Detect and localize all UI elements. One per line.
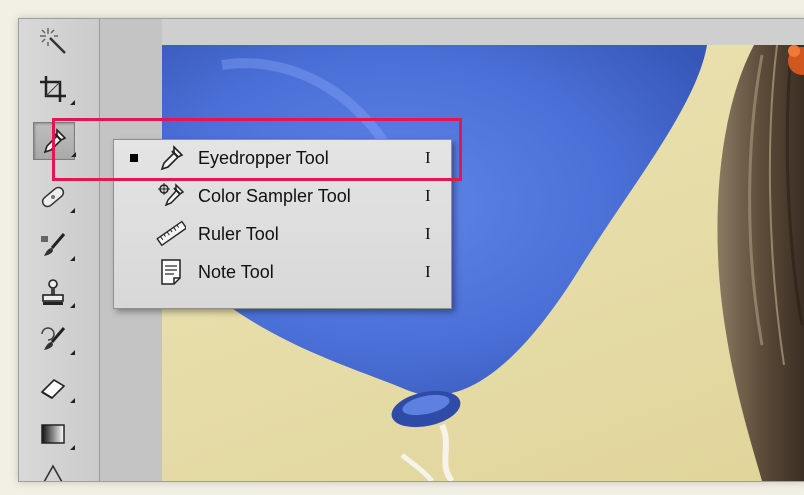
clone-stamp-icon [42,279,64,305]
submenu-indicator-icon [70,303,75,308]
brush-tool[interactable] [33,227,75,263]
magic-wand-tool[interactable] [33,23,73,59]
eyedropper-flyout-menu: Eyedropper Tool I Color Sampler Tool I R… [113,139,452,309]
history-brush-icon [41,327,66,350]
menu-item-label: Note Tool [198,261,274,282]
menu-item-label: Ruler Tool [198,223,279,244]
menu-item-eyedropper-tool[interactable]: Eyedropper Tool I [114,140,451,176]
eraser-icon [40,378,66,400]
crop-tool[interactable] [33,71,75,107]
unselected-bullet [130,230,138,238]
submenu-indicator-icon [70,398,75,403]
gradient-icon [41,424,65,444]
submenu-indicator-icon [70,350,75,355]
eyedropper-tool[interactable] [33,122,76,160]
submenu-indicator-icon [70,256,75,261]
shortcut-key: I [425,224,431,243]
magic-wand-icon [40,28,66,54]
history-brush-tool[interactable] [33,321,75,357]
submenu-indicator-icon [70,208,75,213]
gradient-tool[interactable] [33,416,75,452]
eyedropper-icon [154,141,188,175]
shortcut-key: I [425,186,431,205]
menu-item-ruler-tool[interactable]: Ruler Tool I [114,216,451,252]
photoshop-window: Eyedropper Tool I Color Sampler Tool I R… [18,18,804,482]
shortcut-key: I [425,262,431,281]
selected-bullet-icon [130,154,138,162]
eyedropper-icon [43,128,67,154]
menu-item-label: Color Sampler Tool [198,185,351,206]
pen-tool[interactable] [33,459,73,481]
healing-brush-icon [41,186,65,208]
ruler-icon [154,217,188,251]
menu-item-label: Eyedropper Tool [198,147,329,168]
note-icon [154,255,188,289]
pen-icon [43,464,63,481]
clone-stamp-tool[interactable] [33,274,75,310]
unselected-bullet [130,192,138,200]
color-sampler-icon [154,179,188,213]
brush-icon [41,233,66,256]
crop-icon [40,76,66,102]
unselected-bullet [130,268,138,276]
tools-panel [19,19,100,481]
submenu-indicator-icon [70,445,75,450]
submenu-indicator-icon [71,152,76,157]
menu-item-color-sampler-tool[interactable]: Color Sampler Tool I [114,178,451,214]
eraser-tool[interactable] [33,369,75,405]
submenu-indicator-icon [70,100,75,105]
menu-item-note-tool[interactable]: Note Tool I [114,254,451,290]
shortcut-key: I [425,148,431,167]
healing-brush-tool[interactable] [33,179,75,215]
